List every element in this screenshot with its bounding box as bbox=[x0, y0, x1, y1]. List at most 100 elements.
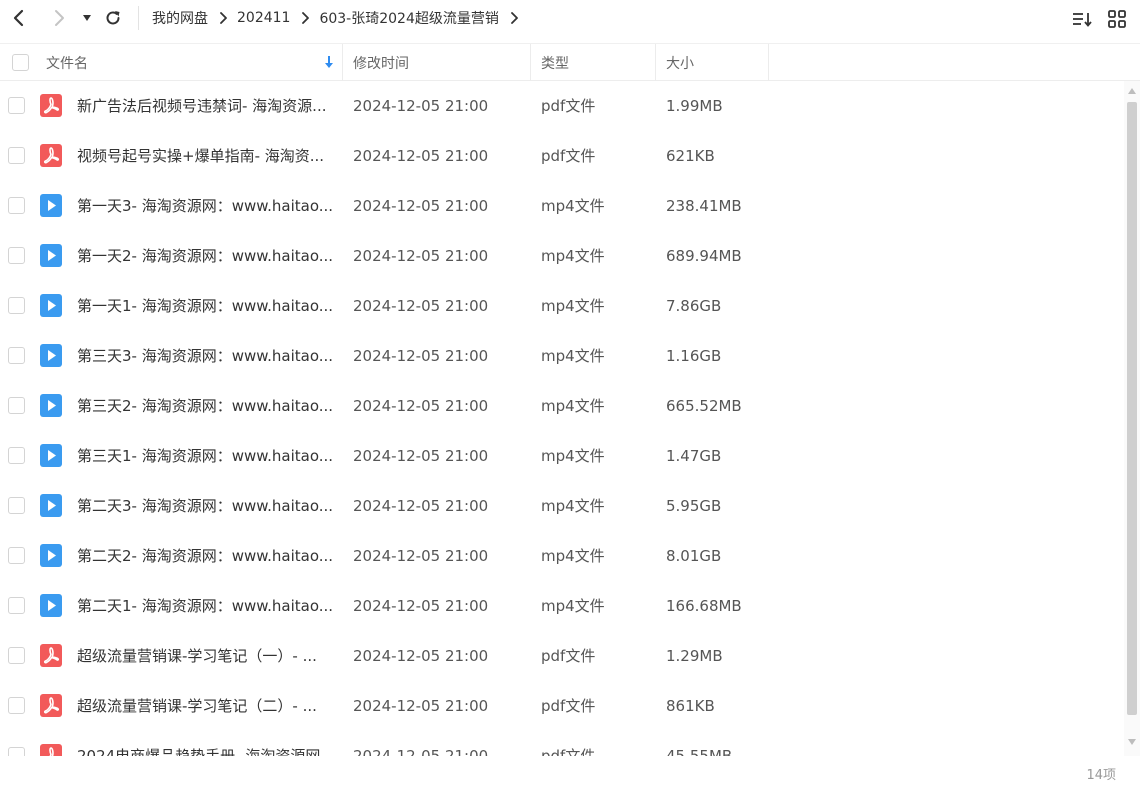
file-row[interactable]: 第一天3- 海淘资源网：www.haitao... 2024-12-05 21:0… bbox=[0, 181, 1124, 231]
column-header-type[interactable]: 类型 bbox=[531, 44, 656, 81]
view-toggle-button[interactable] bbox=[1105, 7, 1129, 31]
refresh-button[interactable] bbox=[100, 6, 126, 30]
status-bar: 14项 bbox=[0, 756, 1140, 786]
breadcrumb-item-folder[interactable]: 603-张琦2024超级流量营销 bbox=[319, 8, 498, 28]
row-checkbox[interactable] bbox=[8, 197, 25, 214]
pdf-icon bbox=[40, 94, 62, 117]
file-row[interactable]: 第二天1- 海淘资源网：www.haitao... 2024-12-05 21:0… bbox=[0, 581, 1124, 631]
file-size: 166.68MB bbox=[666, 597, 742, 615]
file-row[interactable]: 新广告法后视频号违禁词- 海淘资源... 2024-12-05 21:00 pdf文… bbox=[0, 81, 1124, 131]
video-icon bbox=[40, 244, 62, 267]
row-checkbox[interactable] bbox=[8, 497, 25, 514]
file-modified-time: 2024-12-05 21:00 bbox=[353, 497, 489, 515]
scroll-down-icon[interactable] bbox=[1127, 738, 1137, 746]
file-type: mp4文件 bbox=[541, 247, 605, 265]
caret-down-icon bbox=[83, 15, 91, 21]
pdf-icon bbox=[40, 694, 62, 717]
vertical-scrollbar[interactable] bbox=[1124, 81, 1140, 756]
row-checkbox[interactable] bbox=[8, 697, 25, 714]
file-row[interactable]: 第三天1- 海淘资源网：www.haitao... 2024-12-05 21:0… bbox=[0, 431, 1124, 481]
row-checkbox[interactable] bbox=[8, 747, 25, 756]
file-type: pdf文件 bbox=[541, 647, 596, 665]
file-size: 5.95GB bbox=[666, 497, 722, 515]
chevron-right-icon[interactable] bbox=[510, 12, 518, 24]
file-row[interactable]: 第三天2- 海淘资源网：www.haitao... 2024-12-05 21:0… bbox=[0, 381, 1124, 431]
row-checkbox[interactable] bbox=[8, 297, 25, 314]
file-type: mp4文件 bbox=[541, 597, 605, 615]
row-checkbox[interactable] bbox=[8, 597, 25, 614]
toolbar-divider bbox=[138, 6, 139, 30]
row-checkbox[interactable] bbox=[8, 97, 25, 114]
forward-button[interactable] bbox=[46, 6, 72, 30]
file-row[interactable]: 第三天3- 海淘资源网：www.haitao... 2024-12-05 21:0… bbox=[0, 331, 1124, 381]
file-type: mp4文件 bbox=[541, 397, 605, 415]
file-row[interactable]: 超级流量营销课-学习笔记（二）- ... 2024-12-05 21:00 pdf文… bbox=[0, 681, 1124, 731]
sort-descending-icon[interactable] bbox=[322, 54, 336, 70]
file-name: 视频号起号实操+爆单指南- 海淘资... bbox=[77, 147, 325, 165]
refresh-icon bbox=[106, 11, 120, 25]
column-header: 文件名 修改时间 类型 大小 bbox=[0, 43, 1140, 81]
file-type: pdf文件 bbox=[541, 697, 596, 715]
row-checkbox[interactable] bbox=[8, 247, 25, 264]
file-size: 7.86GB bbox=[666, 297, 722, 315]
scroll-up-icon[interactable] bbox=[1127, 87, 1137, 95]
column-header-size[interactable]: 大小 bbox=[656, 44, 769, 81]
file-size: 1.47GB bbox=[666, 447, 722, 465]
file-row[interactable]: 2024电商爆品趋势手册- 海淘资源网... 2024-12-05 21:00 pd… bbox=[0, 731, 1124, 756]
breadcrumb: 我的网盘 202411 603-张琦2024超级流量营销 bbox=[152, 0, 528, 36]
file-size: 8.01GB bbox=[666, 547, 722, 565]
file-type: mp4文件 bbox=[541, 197, 605, 215]
row-checkbox[interactable] bbox=[8, 147, 25, 164]
pdf-icon bbox=[40, 144, 62, 167]
file-row[interactable]: 视频号起号实操+爆单指南- 海淘资... 2024-12-05 21:00 pdf文… bbox=[0, 131, 1124, 181]
column-header-time[interactable]: 修改时间 bbox=[343, 44, 531, 81]
column-size-label: 大小 bbox=[666, 55, 694, 72]
chevron-left-icon bbox=[13, 9, 24, 27]
row-checkbox[interactable] bbox=[8, 647, 25, 664]
row-checkbox[interactable] bbox=[8, 397, 25, 414]
file-row[interactable]: 第二天2- 海淘资源网：www.haitao... 2024-12-05 21:0… bbox=[0, 531, 1124, 581]
row-checkbox[interactable] bbox=[8, 447, 25, 464]
video-icon bbox=[40, 494, 62, 517]
file-modified-time: 2024-12-05 21:00 bbox=[353, 547, 489, 565]
row-checkbox[interactable] bbox=[8, 547, 25, 564]
file-row[interactable]: 第一天1- 海淘资源网：www.haitao... 2024-12-05 21:0… bbox=[0, 281, 1124, 331]
file-modified-time: 2024-12-05 21:00 bbox=[353, 247, 489, 265]
column-name-label: 文件名 bbox=[46, 55, 88, 72]
item-count: 14项 bbox=[1086, 768, 1116, 783]
column-header-name[interactable]: 文件名 bbox=[0, 44, 343, 81]
file-size: 621KB bbox=[666, 147, 715, 165]
breadcrumb-item-root[interactable]: 我的网盘 bbox=[152, 8, 208, 28]
file-modified-time: 2024-12-05 21:00 bbox=[353, 447, 489, 465]
file-size: 665.52MB bbox=[666, 397, 742, 415]
file-name: 第三天2- 海淘资源网：www.haitao... bbox=[77, 397, 334, 415]
file-name: 第三天3- 海淘资源网：www.haitao... bbox=[77, 347, 334, 365]
file-size: 45.55MB bbox=[666, 747, 733, 756]
file-row[interactable]: 第一天2- 海淘资源网：www.haitao... 2024-12-05 21:0… bbox=[0, 231, 1124, 281]
file-name: 第二天3- 海淘资源网：www.haitao... bbox=[77, 497, 334, 515]
file-row[interactable]: 超级流量营销课-学习笔记（一）- ... 2024-12-05 21:00 pdf文… bbox=[0, 631, 1124, 681]
breadcrumb-item-month[interactable]: 202411 bbox=[237, 10, 290, 26]
chevron-right-icon bbox=[55, 10, 64, 26]
file-name: 第三天1- 海淘资源网：www.haitao... bbox=[77, 447, 334, 465]
chevron-right-icon bbox=[301, 12, 310, 24]
file-type: mp4文件 bbox=[541, 547, 605, 565]
column-time-label: 修改时间 bbox=[353, 55, 409, 72]
video-icon bbox=[40, 444, 62, 467]
scrollbar-thumb[interactable] bbox=[1127, 102, 1137, 715]
file-type: pdf文件 bbox=[541, 747, 596, 756]
file-name: 超级流量营销课-学习笔记（二）- ... bbox=[77, 697, 317, 715]
file-row[interactable]: 第二天3- 海淘资源网：www.haitao... 2024-12-05 21:0… bbox=[0, 481, 1124, 531]
file-name: 第二天1- 海淘资源网：www.haitao... bbox=[77, 597, 334, 615]
row-checkbox[interactable] bbox=[8, 347, 25, 364]
file-type: pdf文件 bbox=[541, 147, 596, 165]
video-icon bbox=[40, 294, 62, 317]
pdf-icon bbox=[40, 644, 62, 667]
pdf-icon bbox=[40, 744, 62, 756]
file-modified-time: 2024-12-05 21:00 bbox=[353, 147, 489, 165]
file-modified-time: 2024-12-05 21:00 bbox=[353, 397, 489, 415]
file-modified-time: 2024-12-05 21:00 bbox=[353, 97, 489, 115]
history-dropdown-button[interactable] bbox=[78, 6, 96, 30]
back-button[interactable] bbox=[6, 6, 32, 30]
sort-button[interactable] bbox=[1070, 7, 1094, 31]
